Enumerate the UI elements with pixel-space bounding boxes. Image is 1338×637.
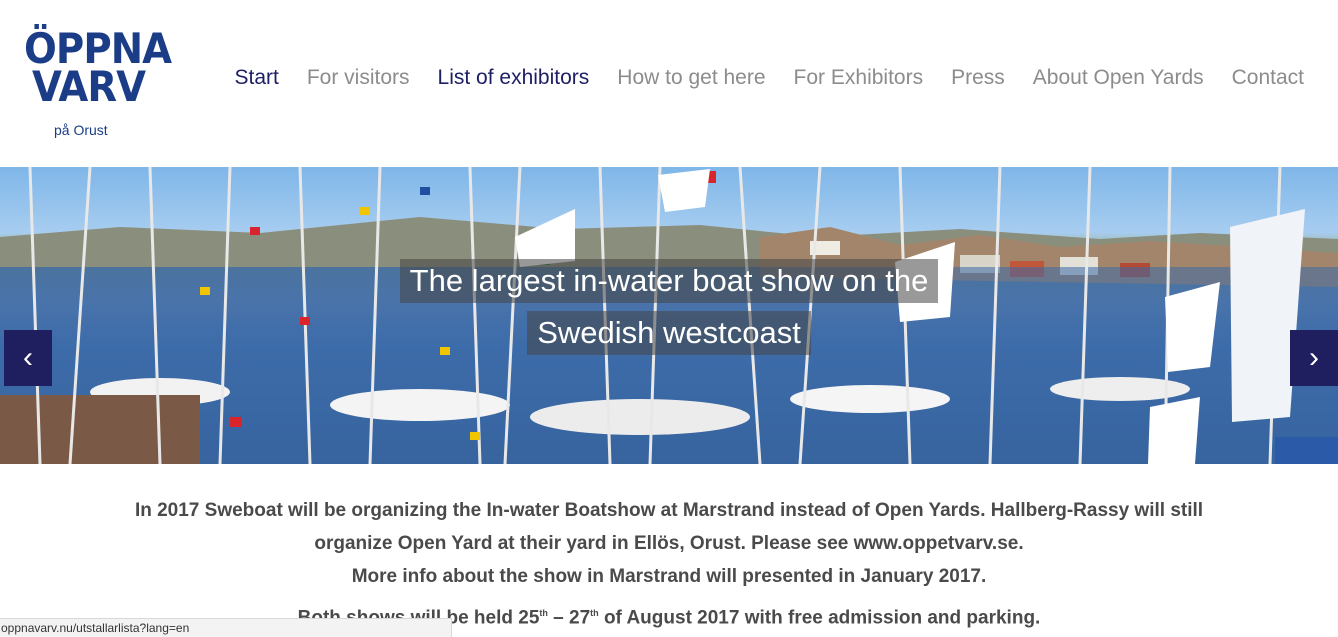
site-logo[interactable]: ÖPPNA VARV på Orust bbox=[22, 28, 172, 140]
main-nav: Start For visitors List of exhibitors Ho… bbox=[220, 64, 1304, 92]
nav-item-for-exhibitors[interactable]: For Exhibitors bbox=[780, 64, 938, 92]
nav-item-for-visitors[interactable]: For visitors bbox=[293, 64, 424, 92]
hero-caption-line2: Swedish westcoast bbox=[527, 311, 811, 355]
hero-caption: The largest in-water boat show on the Sw… bbox=[0, 259, 1338, 363]
nav-item-list-of-exhibitors[interactable]: List of exhibitors bbox=[424, 64, 604, 92]
announcement-line1: In 2017 Sweboat will be organizing the I… bbox=[134, 500, 1204, 521]
ordinal-suffix: th bbox=[590, 608, 599, 618]
hero-slider: The largest in-water boat show on the Sw… bbox=[0, 167, 1338, 464]
browser-status-bar: oppnavarv.nu/utstallarlista?lang=en bbox=[0, 618, 452, 637]
announcement-line4-part-b: – 27 bbox=[547, 607, 591, 629]
announcement-line2: organize Open Yard at their yard in Ellö… bbox=[314, 533, 1024, 554]
nav-item-press[interactable]: Press bbox=[937, 64, 1019, 92]
site-header: ÖPPNA VARV på Orust Start For visitors L… bbox=[0, 0, 1338, 166]
chevron-right-icon: › bbox=[1309, 341, 1319, 374]
slider-prev-button[interactable]: ‹ bbox=[4, 330, 52, 386]
chevron-left-icon: ‹ bbox=[23, 341, 33, 374]
announcement: In 2017 Sweboat will be organizing the I… bbox=[0, 494, 1338, 634]
slider-next-button[interactable]: › bbox=[1290, 330, 1338, 386]
logo-subtitle: på Orust bbox=[54, 122, 108, 138]
announcement-line3: More info about the show in Marstrand wi… bbox=[351, 566, 987, 587]
nav-item-how-to-get-here[interactable]: How to get here bbox=[603, 64, 779, 92]
nav-item-contact[interactable]: Contact bbox=[1218, 64, 1304, 92]
hero-caption-line1: The largest in-water boat show on the bbox=[399, 259, 939, 303]
nav-item-start[interactable]: Start bbox=[220, 64, 292, 92]
logo-text-line2: VARV bbox=[32, 62, 146, 111]
ordinal-suffix: th bbox=[539, 608, 548, 618]
announcement-line4-part-c: of August 2017 with free admission and p… bbox=[598, 607, 1041, 629]
nav-item-about-open-yards[interactable]: About Open Yards bbox=[1019, 64, 1218, 92]
